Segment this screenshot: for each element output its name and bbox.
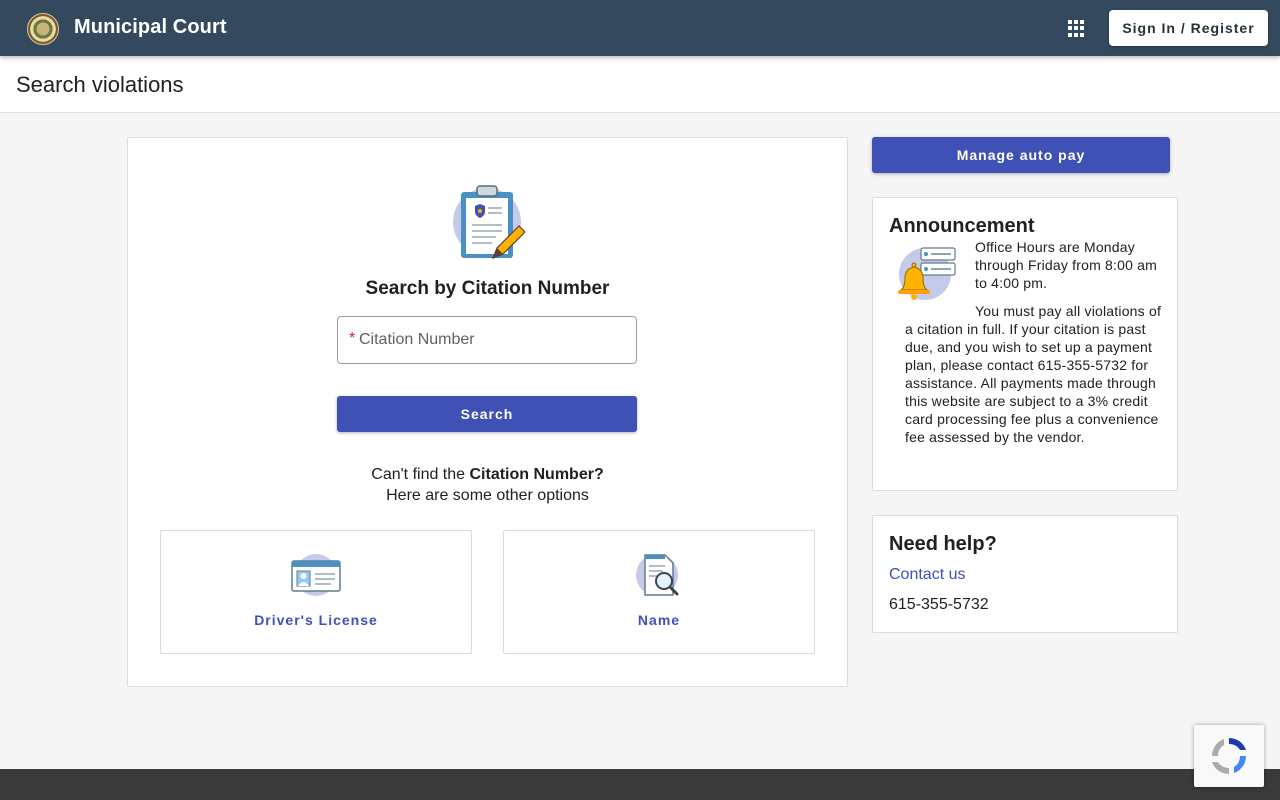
drivers-license-label: Driver's License bbox=[254, 612, 378, 628]
citation-number-field[interactable]: * bbox=[337, 316, 637, 364]
other-options-text: Here are some other options bbox=[386, 487, 589, 504]
search-button[interactable]: Search bbox=[337, 396, 637, 432]
court-seal-logo[interactable] bbox=[27, 13, 59, 45]
app-title[interactable]: Municipal Court bbox=[74, 16, 227, 39]
footer-bar bbox=[0, 769, 1280, 800]
document-search-icon bbox=[636, 554, 679, 596]
name-label: Name bbox=[637, 612, 681, 628]
citation-number-input[interactable] bbox=[359, 318, 629, 362]
cant-find-prefix: Can't find the bbox=[371, 466, 470, 483]
contact-us-link[interactable]: Contact us bbox=[889, 566, 965, 584]
manage-auto-pay-button[interactable]: Manage auto pay bbox=[872, 137, 1170, 173]
drivers-license-option[interactable]: Driver's License bbox=[160, 530, 472, 654]
page-title: Search violations bbox=[16, 72, 184, 97]
top-app-bar: Municipal Court Sign In / Register bbox=[0, 0, 1280, 56]
apps-grid-icon[interactable] bbox=[1068, 20, 1085, 37]
announcement-title: Announcement bbox=[889, 215, 1035, 237]
required-marker: * bbox=[349, 330, 356, 347]
help-title: Need help? bbox=[889, 533, 997, 555]
bell-notification-icon bbox=[898, 247, 956, 300]
cant-find-bold: Citation Number? bbox=[469, 466, 604, 483]
recaptcha-badge[interactable] bbox=[1194, 725, 1264, 787]
help-phone-number: 615-355-5732 bbox=[889, 596, 989, 613]
announcement-office-hours: Office Hours are Monday through Friday f… bbox=[975, 239, 1158, 291]
citation-search-card: Search by Citation Number * Search Can't… bbox=[127, 137, 848, 687]
announcement-payment-info: You must pay all violations of a citatio… bbox=[905, 303, 1162, 445]
name-option[interactable]: Name bbox=[503, 530, 815, 654]
recaptcha-icon bbox=[1212, 738, 1246, 774]
announcement-card: Announcement Office Hours are Monday thr… bbox=[872, 197, 1178, 491]
id-card-icon bbox=[291, 554, 341, 596]
page-header: Search violations bbox=[0, 56, 1280, 113]
sign-in-register-button[interactable]: Sign In / Register bbox=[1109, 10, 1268, 46]
clipboard-citation-icon bbox=[453, 185, 525, 260]
search-heading: Search by Citation Number bbox=[365, 278, 610, 299]
help-card: Need help? Contact us 615-355-5732 bbox=[872, 515, 1178, 633]
cant-find-text: Can't find the Citation Number? Here are… bbox=[128, 464, 847, 506]
